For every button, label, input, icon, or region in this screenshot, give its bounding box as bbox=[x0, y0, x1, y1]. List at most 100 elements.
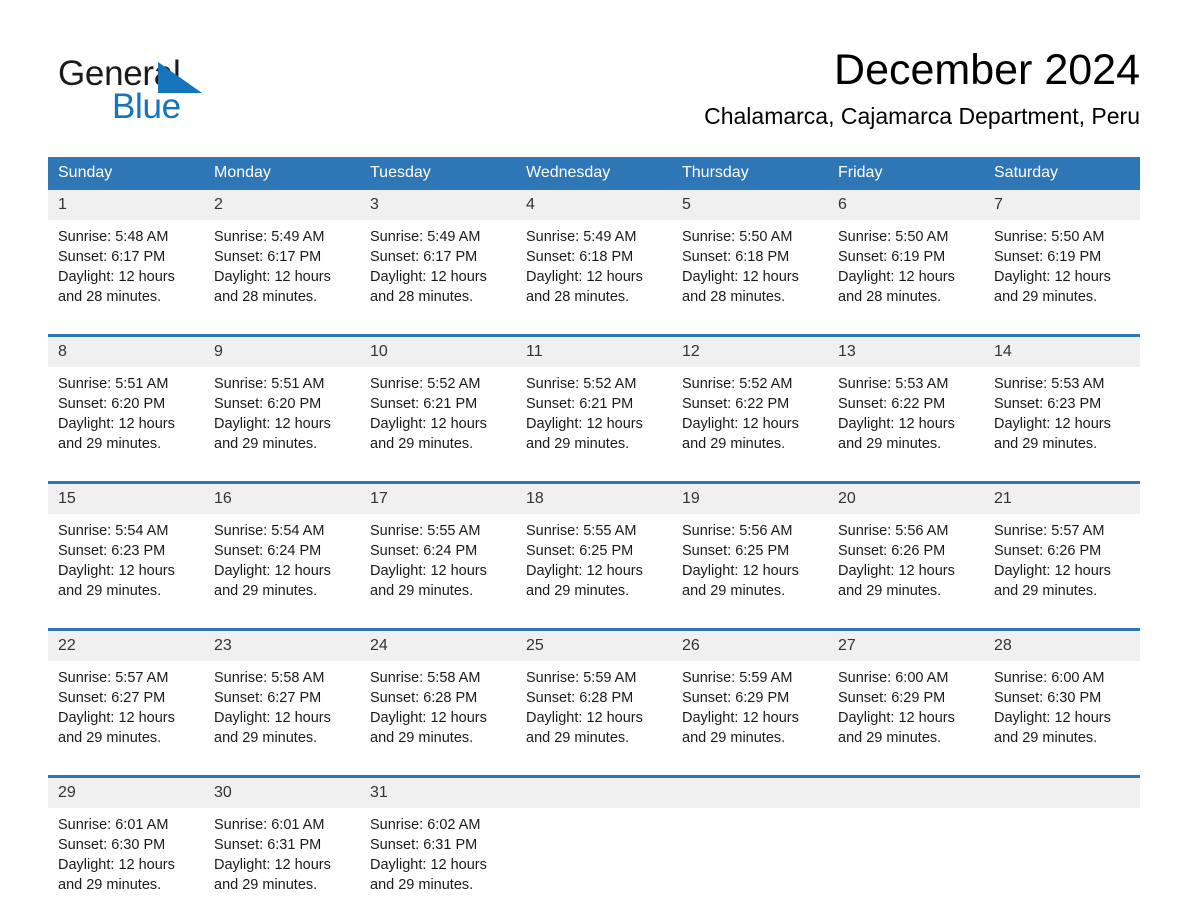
day-number-cell[interactable]: 11 bbox=[516, 334, 672, 367]
day-detail-cell[interactable]: Sunrise: 5:52 AM Sunset: 6:22 PM Daylight:… bbox=[672, 367, 828, 467]
day-detail-cell[interactable]: Sunrise: 5:49 AM Sunset: 6:17 PM Daylight:… bbox=[204, 220, 360, 320]
day-number-cell[interactable]: 19 bbox=[672, 481, 828, 514]
sunrise-text: Sunrise: 5:51 AM bbox=[58, 376, 169, 392]
day-detail-cell[interactable]: Sunrise: 5:50 AM Sunset: 6:18 PM Daylight:… bbox=[672, 220, 828, 320]
day-detail-cell bbox=[516, 808, 672, 908]
day-number-cell[interactable]: 27 bbox=[828, 628, 984, 661]
daylight-text-line2: and 29 minutes. bbox=[370, 583, 474, 599]
day-detail-cell[interactable]: Sunrise: 5:54 AM Sunset: 6:24 PM Daylight:… bbox=[204, 514, 360, 614]
day-number-cell[interactable]: 21 bbox=[984, 481, 1140, 514]
day-number-cell[interactable]: 2 bbox=[204, 190, 360, 220]
day-detail-cell[interactable]: Sunrise: 5:59 AM Sunset: 6:28 PM Daylight:… bbox=[516, 661, 672, 761]
sunset-text: Sunset: 6:24 PM bbox=[214, 543, 322, 559]
daylight-text-line1: Daylight: 12 hours bbox=[214, 563, 331, 579]
day-number-cell[interactable]: 31 bbox=[360, 775, 516, 808]
day-detail-cell[interactable]: Sunrise: 5:57 AM Sunset: 6:27 PM Daylight:… bbox=[48, 661, 204, 761]
day-detail-cell bbox=[828, 808, 984, 908]
day-detail-cell[interactable]: Sunrise: 5:50 AM Sunset: 6:19 PM Daylight:… bbox=[984, 220, 1140, 320]
day-number: 16 bbox=[214, 490, 232, 507]
day-number-cell[interactable]: 13 bbox=[828, 334, 984, 367]
day-detail-cell[interactable]: Sunrise: 5:52 AM Sunset: 6:21 PM Daylight:… bbox=[360, 367, 516, 467]
daylight-text-line2: and 29 minutes. bbox=[370, 436, 474, 452]
day-detail-cell[interactable]: Sunrise: 5:54 AM Sunset: 6:23 PM Daylight:… bbox=[48, 514, 204, 614]
day-number-cell[interactable]: 14 bbox=[984, 334, 1140, 367]
day-number-cell[interactable]: 12 bbox=[672, 334, 828, 367]
weekday-header-friday: Friday bbox=[828, 157, 984, 190]
day-number: 18 bbox=[526, 490, 544, 507]
day-detail-cell[interactable]: Sunrise: 5:55 AM Sunset: 6:25 PM Daylight:… bbox=[516, 514, 672, 614]
generalblue-logo[interactable]: General Blue bbox=[58, 54, 298, 134]
day-detail-cell[interactable]: Sunrise: 5:58 AM Sunset: 6:28 PM Daylight:… bbox=[360, 661, 516, 761]
day-detail-cell[interactable]: Sunrise: 6:01 AM Sunset: 6:31 PM Daylight:… bbox=[204, 808, 360, 908]
day-detail-cell[interactable]: Sunrise: 5:49 AM Sunset: 6:18 PM Daylight:… bbox=[516, 220, 672, 320]
day-detail-cell[interactable]: Sunrise: 5:55 AM Sunset: 6:24 PM Daylight:… bbox=[360, 514, 516, 614]
day-detail-cell[interactable]: Sunrise: 5:49 AM Sunset: 6:17 PM Daylight:… bbox=[360, 220, 516, 320]
day-detail-cell[interactable]: Sunrise: 6:00 AM Sunset: 6:30 PM Daylight:… bbox=[984, 661, 1140, 761]
day-number-cell bbox=[516, 775, 672, 808]
day-number bbox=[984, 778, 1140, 808]
day-detail-cell[interactable]: Sunrise: 6:01 AM Sunset: 6:30 PM Daylight:… bbox=[48, 808, 204, 908]
daylight-text-line2: and 29 minutes. bbox=[58, 436, 162, 452]
day-number-cell[interactable]: 29 bbox=[48, 775, 204, 808]
day-number-cell[interactable]: 24 bbox=[360, 628, 516, 661]
day-detail-cell[interactable]: Sunrise: 6:02 AM Sunset: 6:31 PM Daylight:… bbox=[360, 808, 516, 908]
day-number-cell[interactable]: 17 bbox=[360, 481, 516, 514]
day-number-cell[interactable]: 10 bbox=[360, 334, 516, 367]
day-detail-cell[interactable]: Sunrise: 6:00 AM Sunset: 6:29 PM Daylight:… bbox=[828, 661, 984, 761]
daylight-text-line1: Daylight: 12 hours bbox=[58, 416, 175, 432]
day-info: Sunrise: 5:50 AM Sunset: 6:18 PM Daylight:… bbox=[672, 220, 828, 307]
day-detail-cell[interactable]: Sunrise: 5:57 AM Sunset: 6:26 PM Daylight:… bbox=[984, 514, 1140, 614]
week-daynumber-row: 29 30 31 bbox=[48, 775, 1140, 808]
day-number-cell[interactable]: 30 bbox=[204, 775, 360, 808]
day-number-cell[interactable]: 25 bbox=[516, 628, 672, 661]
day-number-cell[interactable]: 23 bbox=[204, 628, 360, 661]
day-detail-cell[interactable]: Sunrise: 5:48 AM Sunset: 6:17 PM Daylight:… bbox=[48, 220, 204, 320]
day-detail-cell[interactable]: Sunrise: 5:50 AM Sunset: 6:19 PM Daylight:… bbox=[828, 220, 984, 320]
day-number-cell[interactable]: 8 bbox=[48, 334, 204, 367]
day-number-cell[interactable]: 9 bbox=[204, 334, 360, 367]
day-number-cell[interactable]: 16 bbox=[204, 481, 360, 514]
day-number-cell[interactable]: 15 bbox=[48, 481, 204, 514]
day-number-cell[interactable]: 4 bbox=[516, 190, 672, 220]
daylight-text-line2: and 28 minutes. bbox=[58, 289, 162, 305]
day-number: 4 bbox=[526, 196, 535, 213]
day-detail-cell[interactable]: Sunrise: 5:56 AM Sunset: 6:25 PM Daylight:… bbox=[672, 514, 828, 614]
day-info: Sunrise: 5:52 AM Sunset: 6:21 PM Daylight:… bbox=[360, 367, 516, 454]
day-detail-cell[interactable]: Sunrise: 5:56 AM Sunset: 6:26 PM Daylight:… bbox=[828, 514, 984, 614]
day-info: Sunrise: 5:50 AM Sunset: 6:19 PM Daylight:… bbox=[984, 220, 1140, 307]
day-detail-cell[interactable]: Sunrise: 5:59 AM Sunset: 6:29 PM Daylight:… bbox=[672, 661, 828, 761]
day-detail-cell[interactable]: Sunrise: 5:58 AM Sunset: 6:27 PM Daylight:… bbox=[204, 661, 360, 761]
day-detail-cell[interactable]: Sunrise: 5:52 AM Sunset: 6:21 PM Daylight:… bbox=[516, 367, 672, 467]
daylight-text-line2: and 29 minutes. bbox=[994, 289, 1098, 305]
day-number: 1 bbox=[58, 196, 67, 213]
day-number-cell[interactable]: 22 bbox=[48, 628, 204, 661]
day-info: Sunrise: 6:00 AM Sunset: 6:30 PM Daylight:… bbox=[984, 661, 1140, 748]
day-number-cell[interactable]: 20 bbox=[828, 481, 984, 514]
sunset-text: Sunset: 6:20 PM bbox=[214, 396, 322, 412]
daylight-text-line1: Daylight: 12 hours bbox=[214, 857, 331, 873]
day-detail-cell[interactable]: Sunrise: 5:53 AM Sunset: 6:22 PM Daylight:… bbox=[828, 367, 984, 467]
day-number-cell[interactable]: 18 bbox=[516, 481, 672, 514]
day-info: Sunrise: 5:58 AM Sunset: 6:28 PM Daylight:… bbox=[360, 661, 516, 748]
sunset-text: Sunset: 6:17 PM bbox=[214, 249, 322, 265]
day-number-cell[interactable]: 7 bbox=[984, 190, 1140, 220]
daylight-text-line2: and 29 minutes. bbox=[994, 436, 1098, 452]
day-number-cell[interactable]: 3 bbox=[360, 190, 516, 220]
daylight-text-line2: and 29 minutes. bbox=[682, 436, 786, 452]
sunset-text: Sunset: 6:29 PM bbox=[682, 690, 790, 706]
day-number-cell[interactable]: 5 bbox=[672, 190, 828, 220]
sunset-text: Sunset: 6:17 PM bbox=[370, 249, 478, 265]
day-info: Sunrise: 5:51 AM Sunset: 6:20 PM Daylight:… bbox=[204, 367, 360, 454]
day-number: 15 bbox=[58, 490, 76, 507]
day-detail-cell[interactable]: Sunrise: 5:51 AM Sunset: 6:20 PM Daylight:… bbox=[48, 367, 204, 467]
day-detail-cell[interactable]: Sunrise: 5:53 AM Sunset: 6:23 PM Daylight:… bbox=[984, 367, 1140, 467]
day-number-cell[interactable]: 28 bbox=[984, 628, 1140, 661]
day-detail-cell[interactable]: Sunrise: 5:51 AM Sunset: 6:20 PM Daylight:… bbox=[204, 367, 360, 467]
day-number-cell[interactable]: 6 bbox=[828, 190, 984, 220]
daylight-text-line1: Daylight: 12 hours bbox=[994, 269, 1111, 285]
sunrise-text: Sunrise: 5:48 AM bbox=[58, 229, 169, 245]
day-info: Sunrise: 5:50 AM Sunset: 6:19 PM Daylight:… bbox=[828, 220, 984, 307]
day-number-cell[interactable]: 1 bbox=[48, 190, 204, 220]
day-number-cell[interactable]: 26 bbox=[672, 628, 828, 661]
sunset-text: Sunset: 6:28 PM bbox=[526, 690, 634, 706]
